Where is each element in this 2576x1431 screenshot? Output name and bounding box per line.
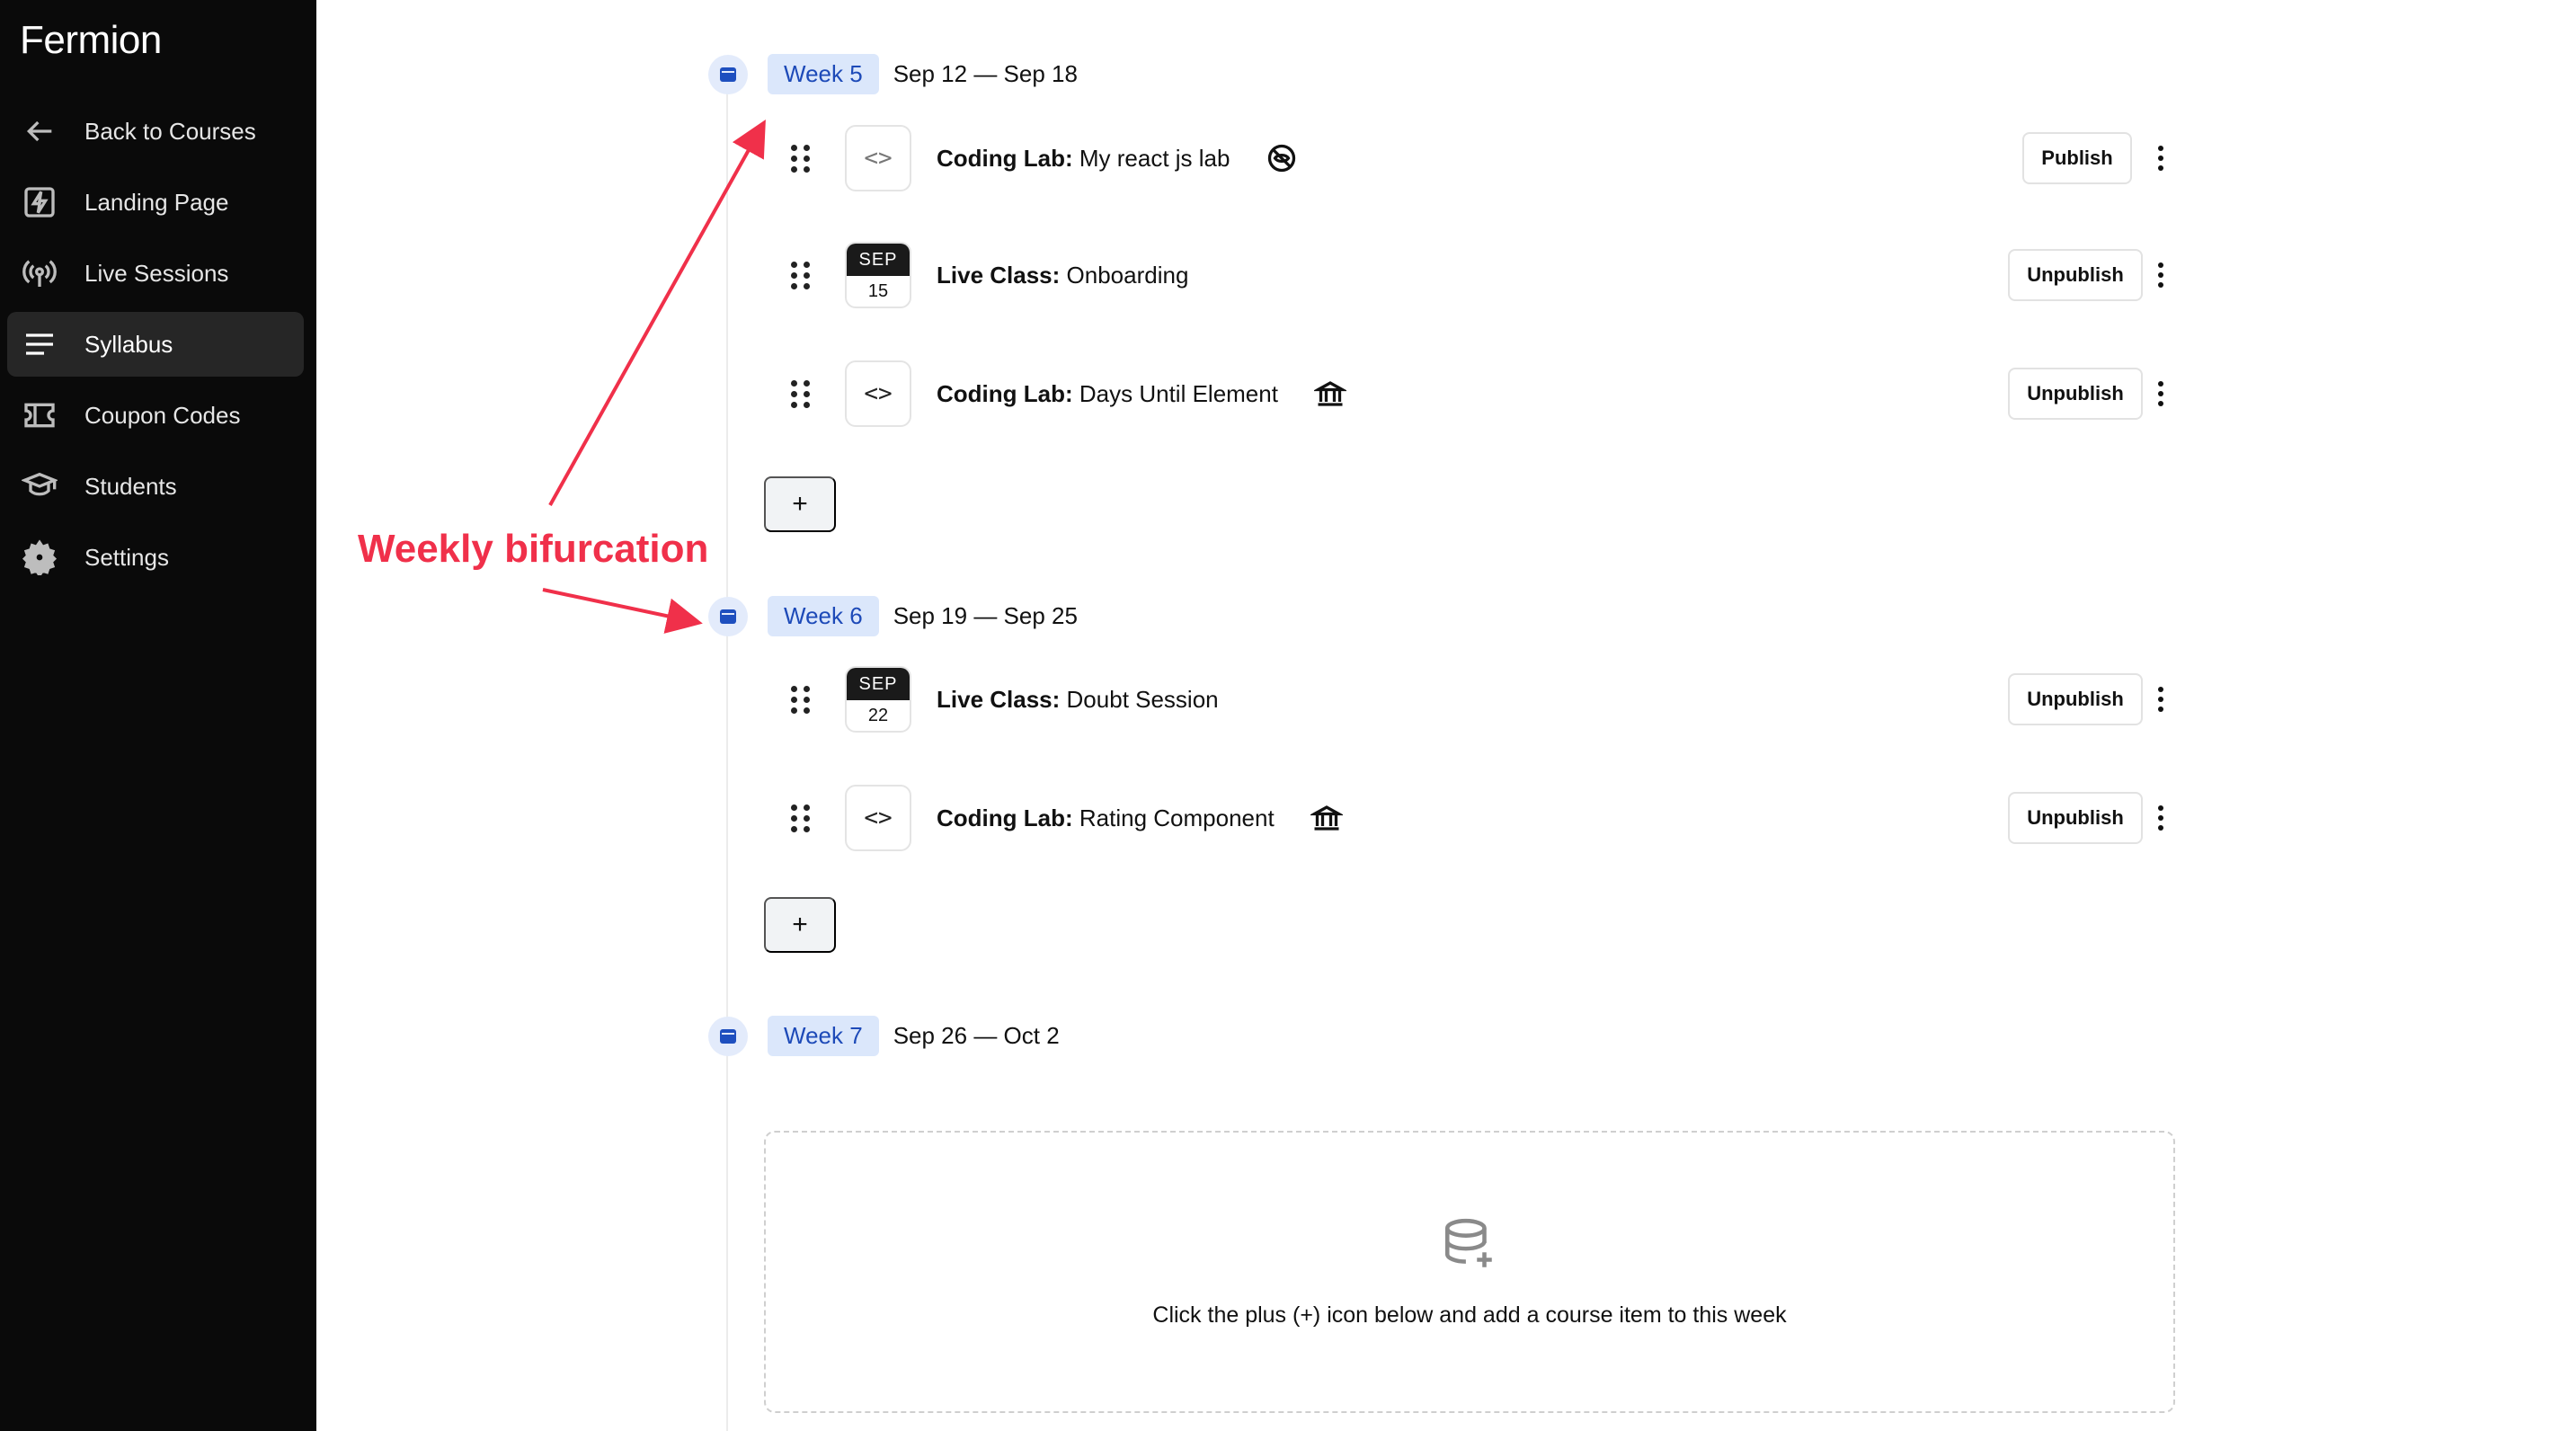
code-icon: <> — [845, 125, 911, 191]
calendar-icon — [708, 1016, 748, 1056]
list-item: SEP 15 Live Class: Onboarding Unpublish — [782, 241, 2184, 309]
eye-off-icon — [1266, 142, 1298, 174]
drag-handle-icon[interactable] — [791, 379, 813, 408]
ticket-icon — [20, 396, 59, 435]
sidebar-nav: Back to Courses Landing Page Live Sessio… — [7, 99, 304, 596]
sidebar-item-back-to-courses[interactable]: Back to Courses — [7, 99, 304, 164]
sidebar-item-coupon-codes[interactable]: Coupon Codes — [7, 383, 304, 448]
date-badge: SEP 22 — [845, 666, 911, 733]
item-title[interactable]: Coding Lab: Rating Component — [937, 804, 1275, 832]
graduation-icon — [20, 467, 59, 506]
annotation-label: Weekly bifurcation — [358, 527, 709, 571]
code-icon: <> — [845, 785, 911, 851]
sidebar-item-label: Landing Page — [84, 188, 229, 216]
drag-handle-icon[interactable] — [791, 144, 813, 173]
sidebar-item-label: Live Sessions — [84, 259, 229, 287]
drag-handle-icon[interactable] — [791, 261, 813, 289]
publish-button[interactable]: Publish — [2022, 132, 2132, 184]
lines-icon — [20, 324, 59, 364]
date-month: SEP — [847, 668, 910, 700]
add-item-button[interactable]: + — [764, 476, 836, 532]
more-options-icon[interactable] — [2152, 257, 2170, 293]
item-title[interactable]: Live Class: Onboarding — [937, 262, 1188, 289]
item-title[interactable]: Coding Lab: My react js lab — [937, 145, 1230, 173]
bank-icon — [1312, 378, 1348, 410]
calendar-icon — [708, 54, 748, 94]
week-badge: Week 7 — [768, 1016, 879, 1056]
list-item: <> Coding Lab: Days Until Element Unpubl… — [782, 360, 2184, 428]
week-range: Sep 12 — Sep 18 — [893, 60, 1078, 87]
sidebar-item-landing-page[interactable]: Landing Page — [7, 170, 304, 235]
bank-icon — [1308, 802, 1345, 834]
week-range: Sep 26 — Oct 2 — [893, 1022, 1060, 1049]
timeline-line — [726, 90, 728, 1431]
date-badge: SEP 15 — [845, 242, 911, 308]
broadcast-icon — [20, 253, 59, 293]
date-month: SEP — [847, 244, 910, 276]
sidebar-item-label: Back to Courses — [84, 117, 256, 145]
annotation-arrow-right — [542, 588, 703, 634]
drag-handle-icon[interactable] — [791, 685, 813, 714]
sidebar-item-label: Settings — [84, 543, 169, 571]
more-options-icon[interactable] — [2152, 800, 2170, 836]
item-title[interactable]: Coding Lab: Days Until Element — [937, 380, 1278, 408]
calendar-icon — [708, 596, 748, 636]
more-options-icon[interactable] — [2152, 681, 2170, 717]
sidebar-item-live-sessions[interactable]: Live Sessions — [7, 241, 304, 306]
list-item: <> Coding Lab: My react js lab Publish — [782, 124, 2184, 192]
lightning-icon — [20, 182, 59, 222]
week-badge: Week 5 — [768, 54, 879, 94]
week-range: Sep 19 — Sep 25 — [893, 602, 1078, 629]
sidebar: Fermion Back to Courses Landing Page Liv… — [0, 0, 316, 1431]
week-header: Week 5 Sep 12 — Sep 18 — [708, 54, 1078, 94]
more-options-icon[interactable] — [2152, 140, 2170, 176]
unpublish-button[interactable]: Unpublish — [2008, 673, 2143, 725]
unpublish-button[interactable]: Unpublish — [2008, 792, 2143, 844]
item-title[interactable]: Live Class: Doubt Session — [937, 686, 1219, 714]
annotation-arrow-up — [548, 120, 766, 506]
unpublish-button[interactable]: Unpublish — [2008, 249, 2143, 301]
date-day: 22 — [867, 705, 889, 725]
sidebar-item-label: Students — [84, 472, 177, 500]
code-icon: <> — [845, 360, 911, 427]
sidebar-item-syllabus[interactable]: Syllabus — [7, 312, 304, 377]
week-header: Week 6 Sep 19 — Sep 25 — [708, 596, 1078, 636]
add-item-button[interactable]: + — [764, 897, 836, 953]
database-add-icon — [1440, 1215, 1499, 1279]
sidebar-item-settings[interactable]: Settings — [7, 525, 304, 590]
list-item: SEP 22 Live Class: Doubt Session Unpubli… — [782, 665, 2184, 733]
more-options-icon[interactable] — [2152, 376, 2170, 412]
empty-state-text: Click the plus (+) icon below and add a … — [1152, 1302, 1787, 1328]
sidebar-item-label: Coupon Codes — [84, 401, 241, 429]
unpublish-button[interactable]: Unpublish — [2008, 368, 2143, 420]
date-day: 15 — [867, 280, 889, 301]
sidebar-item-students[interactable]: Students — [7, 454, 304, 519]
drag-handle-icon[interactable] — [791, 804, 813, 832]
week-badge: Week 6 — [768, 596, 879, 636]
arrow-left-icon — [20, 111, 59, 151]
brand-logo[interactable]: Fermion — [20, 18, 162, 63]
sidebar-item-label: Syllabus — [84, 330, 173, 358]
list-item: <> Coding Lab: Rating Component Unpublis… — [782, 784, 2184, 852]
gear-icon — [20, 538, 59, 577]
week-header: Week 7 Sep 26 — Oct 2 — [708, 1016, 1060, 1056]
empty-week-placeholder: Click the plus (+) icon below and add a … — [764, 1131, 2175, 1413]
